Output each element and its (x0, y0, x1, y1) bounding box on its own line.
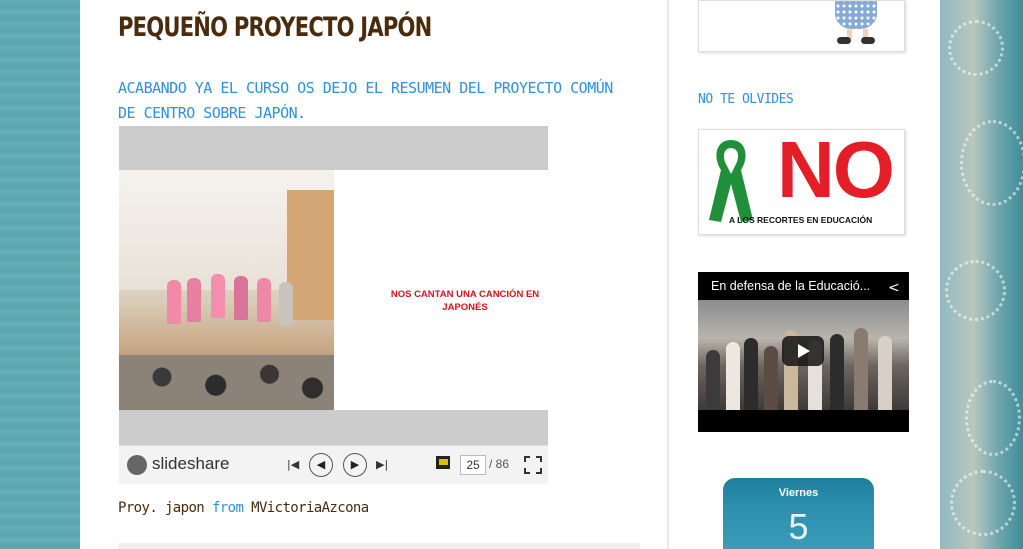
page-number-input[interactable]: 25 (460, 455, 486, 475)
embed-credit-from: from (211, 500, 244, 516)
no-recortes-banner[interactable]: NO A LOS RECORTES EN EDUCACIÓN (698, 125, 905, 235)
last-slide-icon[interactable]: ▶| (376, 458, 388, 471)
flag-icon[interactable] (436, 456, 450, 469)
post-intro-text: ACABANDO YA EL CURSO OS DEJO EL RESUMEN … (118, 79, 613, 122)
slide-caption: NOS CANTAN UNA CANCIÓN EN JAPONÉS (390, 289, 540, 313)
lace-decoration (948, 20, 1004, 76)
post-footer (118, 543, 640, 549)
video-title[interactable]: En defensa de la Educació... (711, 279, 870, 293)
embed-credit: Proy. japon from MVictoriaAzcona (118, 500, 369, 516)
lace-decoration (945, 260, 1006, 321)
banner-subtitle: A LOS RECORTES EN EDUCACIÓN (729, 215, 873, 225)
calendar-day: Viernes (778, 487, 819, 499)
sidebar-doll-image[interactable] (698, 0, 905, 52)
page-background-right (940, 0, 1023, 549)
embed-credit-author[interactable]: MVictoriaAzcona (251, 500, 369, 516)
youtube-video-embed[interactable]: En defensa de la Educació... < (698, 272, 909, 432)
slideshare-logo-icon[interactable] (127, 455, 147, 475)
page-background-left (0, 0, 80, 549)
current-slide: NOS CANTAN UNA CANCIÓN EN JAPONÉS (119, 170, 548, 410)
calendar-date-number: 5 (788, 506, 809, 547)
prev-slide-icon[interactable]: ◀ (309, 453, 333, 477)
slideshare-embed[interactable]: NOS CANTAN UNA CANCIÓN EN JAPONÉS slides… (119, 126, 548, 484)
lace-decoration (950, 470, 1016, 536)
first-slide-icon[interactable]: |◀ (287, 458, 299, 471)
embed-credit-title[interactable]: Proy. japon (118, 500, 205, 516)
slideshare-brand[interactable]: slideshare (152, 454, 230, 474)
calendar-widget: Viernes 5 (723, 478, 874, 549)
page-total: / 86 (489, 457, 510, 471)
green-ribbon-icon (709, 140, 753, 222)
share-icon[interactable]: < (888, 280, 900, 296)
lace-decoration (960, 120, 1023, 206)
slide-photo (119, 170, 334, 410)
slideshare-toolbar: slideshare |◀ ◀ ▶ ▶| 25 / 86 (119, 445, 548, 484)
next-slide-icon[interactable]: ▶ (343, 453, 367, 477)
post-title[interactable]: PEQUEÑO PROYECTO JAPÓN (118, 12, 432, 43)
banner-no-text: NO (777, 125, 895, 214)
lace-decoration (965, 380, 1021, 456)
sidebar-widget-title: NO TE OLVIDES (698, 92, 794, 107)
fullscreen-icon[interactable] (524, 456, 542, 474)
play-icon[interactable] (782, 336, 824, 366)
